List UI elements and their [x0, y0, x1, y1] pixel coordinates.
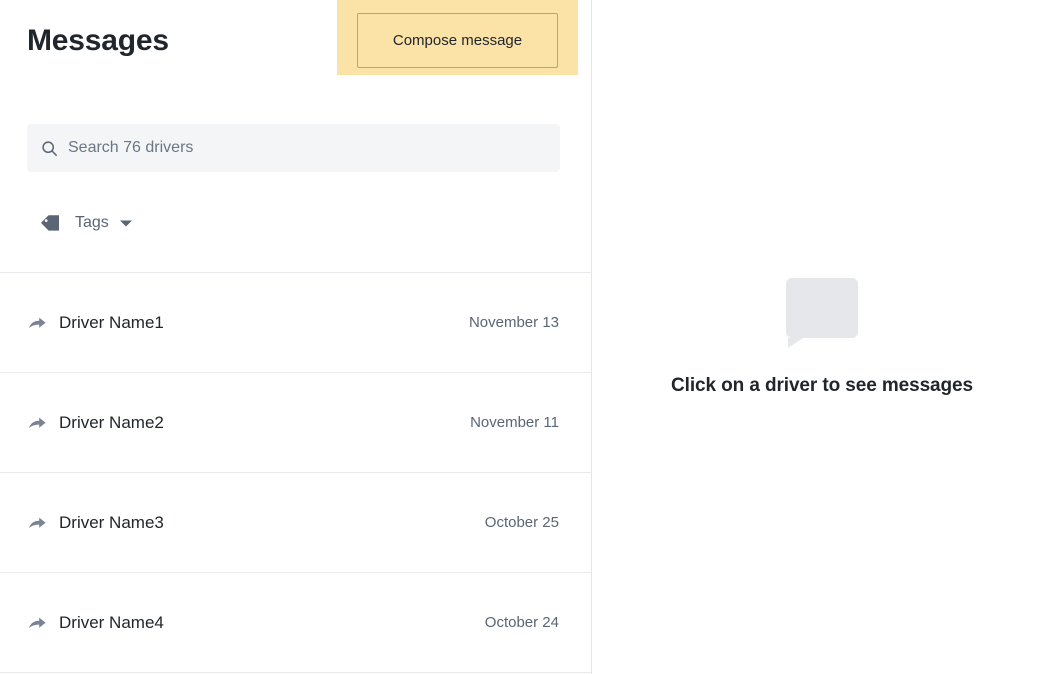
- message-detail-panel: Click on a driver to see messages: [592, 0, 1052, 674]
- search-input[interactable]: [68, 124, 560, 172]
- search-field[interactable]: [27, 124, 560, 172]
- empty-state-text: Click on a driver to see messages: [671, 375, 973, 396]
- driver-date: November 13: [468, 313, 559, 331]
- tags-filter-label: Tags: [75, 214, 109, 231]
- forward-arrow-icon: [28, 314, 47, 331]
- driver-row[interactable]: Driver Name3 October 25: [0, 473, 591, 573]
- driver-list: Driver Name1 November 13 Driver Name2 No…: [0, 272, 591, 673]
- driver-name: Driver Name3: [59, 512, 164, 532]
- compose-message-button[interactable]: Compose message: [357, 13, 558, 68]
- chevron-down-icon: [119, 219, 133, 228]
- driver-date: October 25: [484, 513, 559, 531]
- driver-name: Driver Name2: [59, 412, 164, 432]
- messages-app: Messages Compose message Tags: [0, 0, 1052, 674]
- driver-row[interactable]: Driver Name2 November 11: [0, 373, 591, 473]
- forward-arrow-icon: [28, 614, 47, 631]
- search-icon: [41, 140, 58, 157]
- driver-list-panel: Messages Compose message Tags: [0, 0, 592, 674]
- speech-bubble-icon: [786, 278, 858, 348]
- forward-arrow-icon: [28, 414, 47, 431]
- driver-date: November 11: [470, 413, 559, 431]
- tag-icon: [40, 214, 60, 232]
- panel-header: Messages Compose message: [0, 0, 591, 100]
- forward-arrow-icon: [28, 514, 47, 531]
- driver-name: Driver Name4: [59, 612, 164, 632]
- driver-date: October 24: [484, 613, 559, 631]
- driver-row[interactable]: Driver Name4 October 24: [0, 573, 591, 673]
- empty-state: Click on a driver to see messages: [592, 278, 1052, 397]
- tags-filter-dropdown[interactable]: Tags: [40, 208, 133, 238]
- driver-row[interactable]: Driver Name1 November 13: [0, 273, 591, 373]
- page-title: Messages: [27, 24, 169, 57]
- driver-name: Driver Name1: [59, 312, 164, 332]
